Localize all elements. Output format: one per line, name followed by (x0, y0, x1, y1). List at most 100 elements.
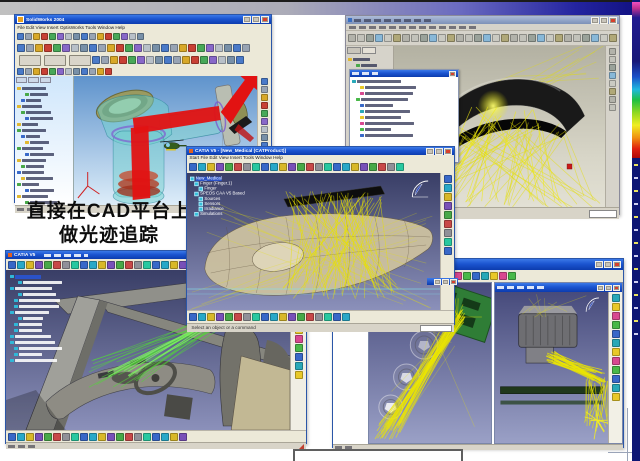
task-pane-button[interactable] (44, 55, 66, 66)
toolbar-icon[interactable] (472, 272, 480, 280)
toolbar-icon[interactable] (444, 238, 452, 246)
toolbar-icon[interactable] (89, 433, 97, 441)
toolbar-icon[interactable] (351, 163, 359, 171)
toolbar-icon[interactable] (243, 313, 251, 321)
toolbar-icon[interactable] (444, 229, 452, 237)
toolbar-icon[interactable] (261, 163, 269, 171)
toolbar-icon[interactable] (369, 163, 377, 171)
tree-item[interactable] (360, 85, 456, 90)
maximize-button[interactable] (435, 148, 443, 155)
toolbar-icon[interactable] (591, 34, 599, 42)
toolbar-icon[interactable] (444, 220, 452, 228)
toolbar-icon[interactable] (152, 433, 160, 441)
tree-item[interactable] (17, 146, 71, 151)
close-button[interactable] (449, 71, 456, 77)
toolbar-icon[interactable] (26, 261, 34, 269)
close-button[interactable] (613, 261, 621, 268)
toolbar-icon[interactable] (261, 134, 268, 141)
toolbar-icon[interactable] (429, 34, 437, 42)
child-window-right[interactable] (494, 282, 623, 444)
toolbar-icon[interactable] (33, 33, 40, 40)
toolbar-icon[interactable] (333, 163, 341, 171)
toolbar-icon[interactable] (444, 202, 452, 210)
toolbar-icon[interactable] (189, 313, 197, 321)
viewport-3d[interactable]: New_MedicalFinger (Finger.1)FingerSPEOS … (187, 173, 440, 310)
tree-item[interactable] (25, 152, 71, 157)
tree-item[interactable] (17, 158, 71, 163)
toolbar-optis[interactable] (15, 42, 271, 54)
menu-items[interactable]: Start File Edit View Insert Tools Window… (187, 156, 283, 161)
tree-item[interactable] (17, 128, 71, 133)
toolbar-icon[interactable] (71, 433, 79, 441)
toolbar-icon[interactable] (609, 72, 616, 79)
tree-item[interactable] (21, 98, 71, 103)
toolbar-icon[interactable] (81, 33, 88, 40)
tab-property[interactable] (28, 77, 39, 83)
toolbar-icon[interactable] (73, 33, 80, 40)
toolbar-icon[interactable] (107, 433, 115, 441)
toolbar-icon[interactable] (197, 44, 205, 52)
tree-item[interactable] (360, 121, 456, 126)
toolbar-icon[interactable] (295, 344, 303, 352)
toolbar-icon[interactable] (35, 44, 43, 52)
toolbar-icon[interactable] (609, 56, 616, 63)
toolbar-icon[interactable] (612, 312, 620, 320)
toolbar-icon[interactable] (483, 34, 491, 42)
toolbar-icon[interactable] (173, 56, 181, 64)
toolbar-icon[interactable] (612, 348, 620, 356)
toolbar-icon[interactable] (261, 78, 268, 85)
toolbar-icon[interactable] (152, 261, 160, 269)
tree-item[interactable] (17, 122, 71, 127)
toolbar-icon[interactable] (89, 44, 97, 52)
toolbar-icon[interactable] (481, 272, 489, 280)
titlebar[interactable]: SolidWorks 2004 (15, 15, 271, 24)
status-field[interactable] (420, 325, 452, 332)
toolbar-icon[interactable] (44, 433, 52, 441)
toolbar-icon[interactable] (206, 44, 214, 52)
toolbar-icon[interactable] (53, 44, 61, 52)
toolbar-icon[interactable] (225, 313, 233, 321)
tree-item[interactable] (360, 103, 456, 108)
toolbar-icon[interactable] (225, 163, 233, 171)
tree-item[interactable] (14, 298, 62, 303)
toolbar-icon[interactable] (537, 34, 545, 42)
task-pane-button[interactable] (69, 55, 91, 66)
tree-item[interactable] (352, 79, 456, 84)
toolbar-icon[interactable] (189, 163, 197, 171)
toolbar-icon[interactable] (164, 56, 172, 64)
toolbar-icon[interactable] (73, 68, 80, 75)
tree-item[interactable] (356, 97, 456, 102)
toolbar-icon[interactable] (207, 313, 215, 321)
toolbar-icon[interactable] (97, 33, 104, 40)
bottom-toolbar[interactable] (6, 430, 306, 442)
tree-item[interactable] (14, 346, 62, 351)
toolbar-icon[interactable] (198, 313, 206, 321)
toolbar-icon[interactable] (261, 118, 268, 125)
toolbar-icon[interactable] (152, 44, 160, 52)
tab[interactable] (362, 47, 376, 54)
toolbar-icon[interactable] (209, 56, 217, 64)
titlebar[interactable] (346, 16, 619, 24)
toolbar-icon[interactable] (499, 272, 507, 280)
toolbar-icon[interactable] (252, 163, 260, 171)
toolbar-icon[interactable] (366, 34, 374, 42)
toolbar-icon[interactable] (546, 34, 554, 42)
tree-item[interactable] (17, 170, 71, 175)
toolbar-icon[interactable] (216, 163, 224, 171)
toolbar-icon[interactable] (465, 34, 473, 42)
toolbar-icon[interactable] (492, 34, 500, 42)
viewport-right[interactable] (495, 292, 608, 443)
toolbar-icon[interactable] (62, 44, 70, 52)
toolbar-icon[interactable] (216, 313, 224, 321)
tab-feature[interactable] (16, 77, 27, 83)
toolbar-icon[interactable] (57, 68, 64, 75)
toolbar-icon[interactable] (612, 393, 620, 401)
feature-tree-panel[interactable] (15, 76, 74, 205)
toolbar-icon[interactable] (387, 163, 395, 171)
toolbar-icon[interactable] (315, 163, 323, 171)
toolbar-icon[interactable] (188, 44, 196, 52)
toolbar-icon[interactable] (573, 34, 581, 42)
toolbar-icon[interactable] (49, 68, 56, 75)
toolbar-icon[interactable] (564, 34, 572, 42)
toolbar-icon[interactable] (134, 433, 142, 441)
